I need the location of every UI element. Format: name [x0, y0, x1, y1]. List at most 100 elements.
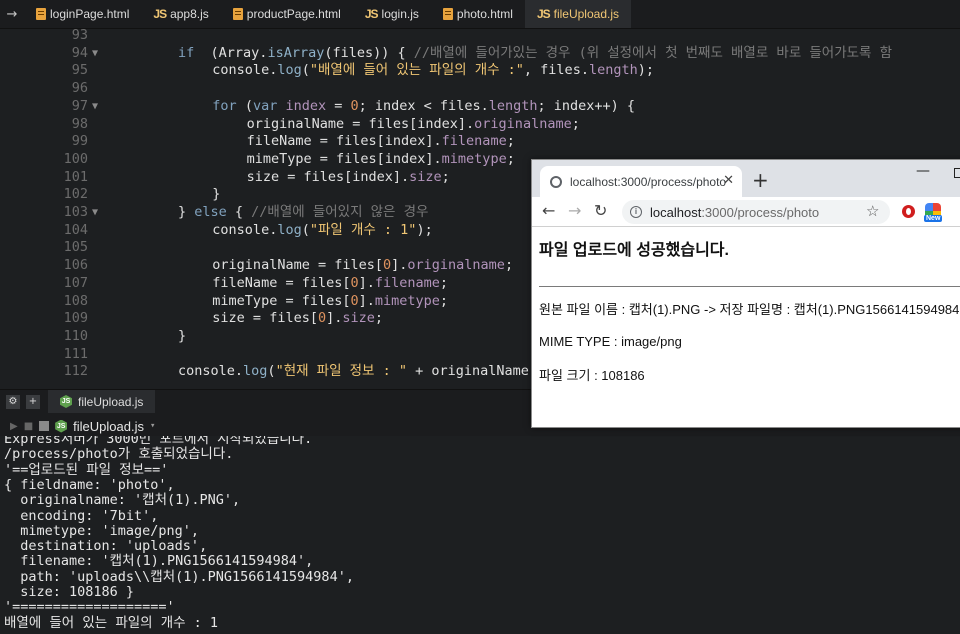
code-text: mimeType = files[0].mimetype;	[212, 293, 448, 311]
console-line: { fieldname: 'photo',	[4, 476, 175, 493]
console-line: 배열에 들어 있는 파일의 개수 : 1	[4, 614, 219, 631]
code-token: 0	[317, 310, 327, 327]
line-number: 97	[71, 97, 88, 114]
code-token: (files)) {	[324, 44, 414, 61]
line-number: 94	[71, 44, 88, 61]
line-number: 110	[63, 327, 88, 344]
chevron-down-icon[interactable]: ▾	[150, 421, 155, 431]
code-text: fileName = files[0].filename;	[212, 275, 448, 293]
editor-tab[interactable]: JS app8.js	[141, 0, 220, 28]
info-icon[interactable]: i	[630, 206, 642, 218]
code-text: originalName = files[0].originalname;	[212, 257, 513, 275]
play-icon[interactable]: ▶	[10, 421, 18, 432]
globe-icon	[550, 175, 562, 188]
console-line: size: 108186 }	[4, 584, 135, 600]
editor-tab-label: productPage.html	[246, 7, 341, 21]
line-number: 100	[63, 150, 88, 167]
panel-tab-label: fileUpload.js	[78, 394, 144, 409]
fold-arrow-icon[interactable]: ▼	[92, 45, 98, 63]
address-bar[interactable]: i localhost:3000/process/photo	[622, 200, 890, 224]
line-number: 111	[63, 345, 88, 362]
new-tab-button[interactable]: +	[752, 168, 769, 192]
code-text: } else { //배열에 들어있지 않은 경우	[178, 204, 428, 222]
editor-tab[interactable]: productPage.html	[221, 0, 353, 28]
arrow-right-icon[interactable]: →	[0, 0, 24, 28]
code-text: originalName = files[index].originalname…	[247, 116, 580, 134]
line-number: 112	[63, 363, 88, 380]
console-line: path: 'uploads\\캡처(1).PNG1566141594984',	[4, 568, 354, 585]
step-icon[interactable]: ■	[24, 421, 33, 432]
opera-extension-icon[interactable]	[902, 205, 915, 218]
code-text: for (var index = 0; index < files.length…	[212, 98, 635, 116]
code-token: size	[342, 310, 375, 327]
editor-tab[interactable]: loginPage.html	[24, 0, 141, 28]
editor-tab-bar: → loginPage.html JS app8.js productPage.htm…	[0, 0, 960, 29]
code-token: isArray	[267, 44, 325, 61]
code-line: 96	[0, 80, 960, 98]
line-number: 103	[63, 204, 88, 220]
code-token: ;	[506, 133, 515, 150]
code-token: }	[178, 327, 187, 344]
code-token: (	[236, 97, 253, 114]
code-text: if (Array.isArray(files)) { //배열에 들어가있는 …	[178, 45, 892, 63]
run-config-title[interactable]: fileUpload.js	[73, 419, 144, 434]
reload-icon[interactable]: ↻	[594, 201, 607, 220]
code-token: );	[637, 62, 654, 79]
code-text: console.log("파일 개수 : 1");	[212, 222, 432, 240]
fold-arrow-icon[interactable]: ▼	[92, 98, 98, 116]
editor-tab-label: login.js	[381, 7, 419, 21]
line-number: 107	[63, 274, 88, 291]
code-token: 0	[350, 292, 359, 309]
code-text: console.log("배열에 들어 있는 파일의 개수 :", files.…	[212, 62, 654, 80]
browser-tab[interactable]: localhost:3000/process/photo ✕	[540, 166, 742, 197]
code-token: ].	[391, 257, 408, 274]
console-line: '==업로드된 파일 정보=='	[4, 461, 169, 478]
code-token: length	[588, 62, 638, 79]
maximize-icon[interactable]	[954, 168, 960, 178]
code-token: length	[488, 97, 538, 114]
line-number: 105	[63, 239, 88, 256]
line-number: 93	[71, 29, 88, 43]
code-text: }	[178, 328, 186, 346]
line-number: 101	[63, 168, 88, 185]
line-number: 95	[71, 62, 88, 79]
code-text: size = files[index].size;	[247, 169, 450, 187]
add-icon[interactable]: +	[26, 394, 40, 409]
code-text: console.log("현재 파일 정보 : " + originalName	[178, 363, 529, 381]
code-token: size = files[index].	[246, 168, 410, 185]
code-token: , files.	[523, 62, 589, 79]
minimize-icon[interactable]: —	[916, 163, 930, 179]
file-name-info: 원본 파일 이름 : 캡처(1).PNG -> 저장 파일명 : 캡처(1).P…	[539, 302, 960, 317]
html5-icon	[232, 8, 243, 20]
forward-arrow-icon[interactable]: →	[568, 201, 581, 220]
editor-tab[interactable]: JS login.js	[353, 0, 431, 28]
stop-icon[interactable]	[39, 421, 50, 431]
console-output[interactable]: Express서버가 3000번 포트에서 시작되었습니다./process/p…	[0, 436, 960, 634]
code-token: fileName = files[index].	[246, 133, 442, 150]
html5-icon	[442, 8, 453, 20]
editor-tab[interactable]: photo.html	[431, 0, 525, 28]
editor-tab-label: fileUpload.js	[553, 7, 619, 21]
code-token: mimeType = files[index].	[246, 150, 442, 167]
code-token: 0	[350, 274, 359, 291]
code-token: "현재 파일 정보 : "	[275, 363, 407, 380]
back-arrow-icon[interactable]: ←	[542, 201, 555, 220]
fold-arrow-icon[interactable]: ▼	[92, 204, 98, 222]
code-token: for	[212, 97, 237, 114]
code-token: ; index++) {	[537, 97, 636, 114]
line-number: 98	[71, 115, 88, 132]
code-token: Array.	[218, 44, 268, 61]
console-line: '==================='	[4, 599, 175, 616]
panel-tab-fileupload[interactable]: JS fileUpload.js	[48, 389, 156, 414]
console-line: mimetype: 'image/png',	[4, 522, 200, 539]
js-icon: JS	[153, 7, 167, 21]
bookmark-star-icon[interactable]: ☆	[866, 202, 879, 220]
editor-tab[interactable]: JS fileUpload.js	[524, 0, 631, 28]
close-icon[interactable]: ✕	[723, 173, 734, 188]
code-token: var	[252, 97, 278, 114]
code-token: index	[285, 97, 327, 114]
code-token: if	[178, 44, 195, 61]
new-badge: New	[924, 215, 943, 222]
code-line: 97 ▼ for (var index = 0; index < files.len…	[0, 98, 960, 116]
settings-icon[interactable]: ⚙	[6, 394, 20, 409]
